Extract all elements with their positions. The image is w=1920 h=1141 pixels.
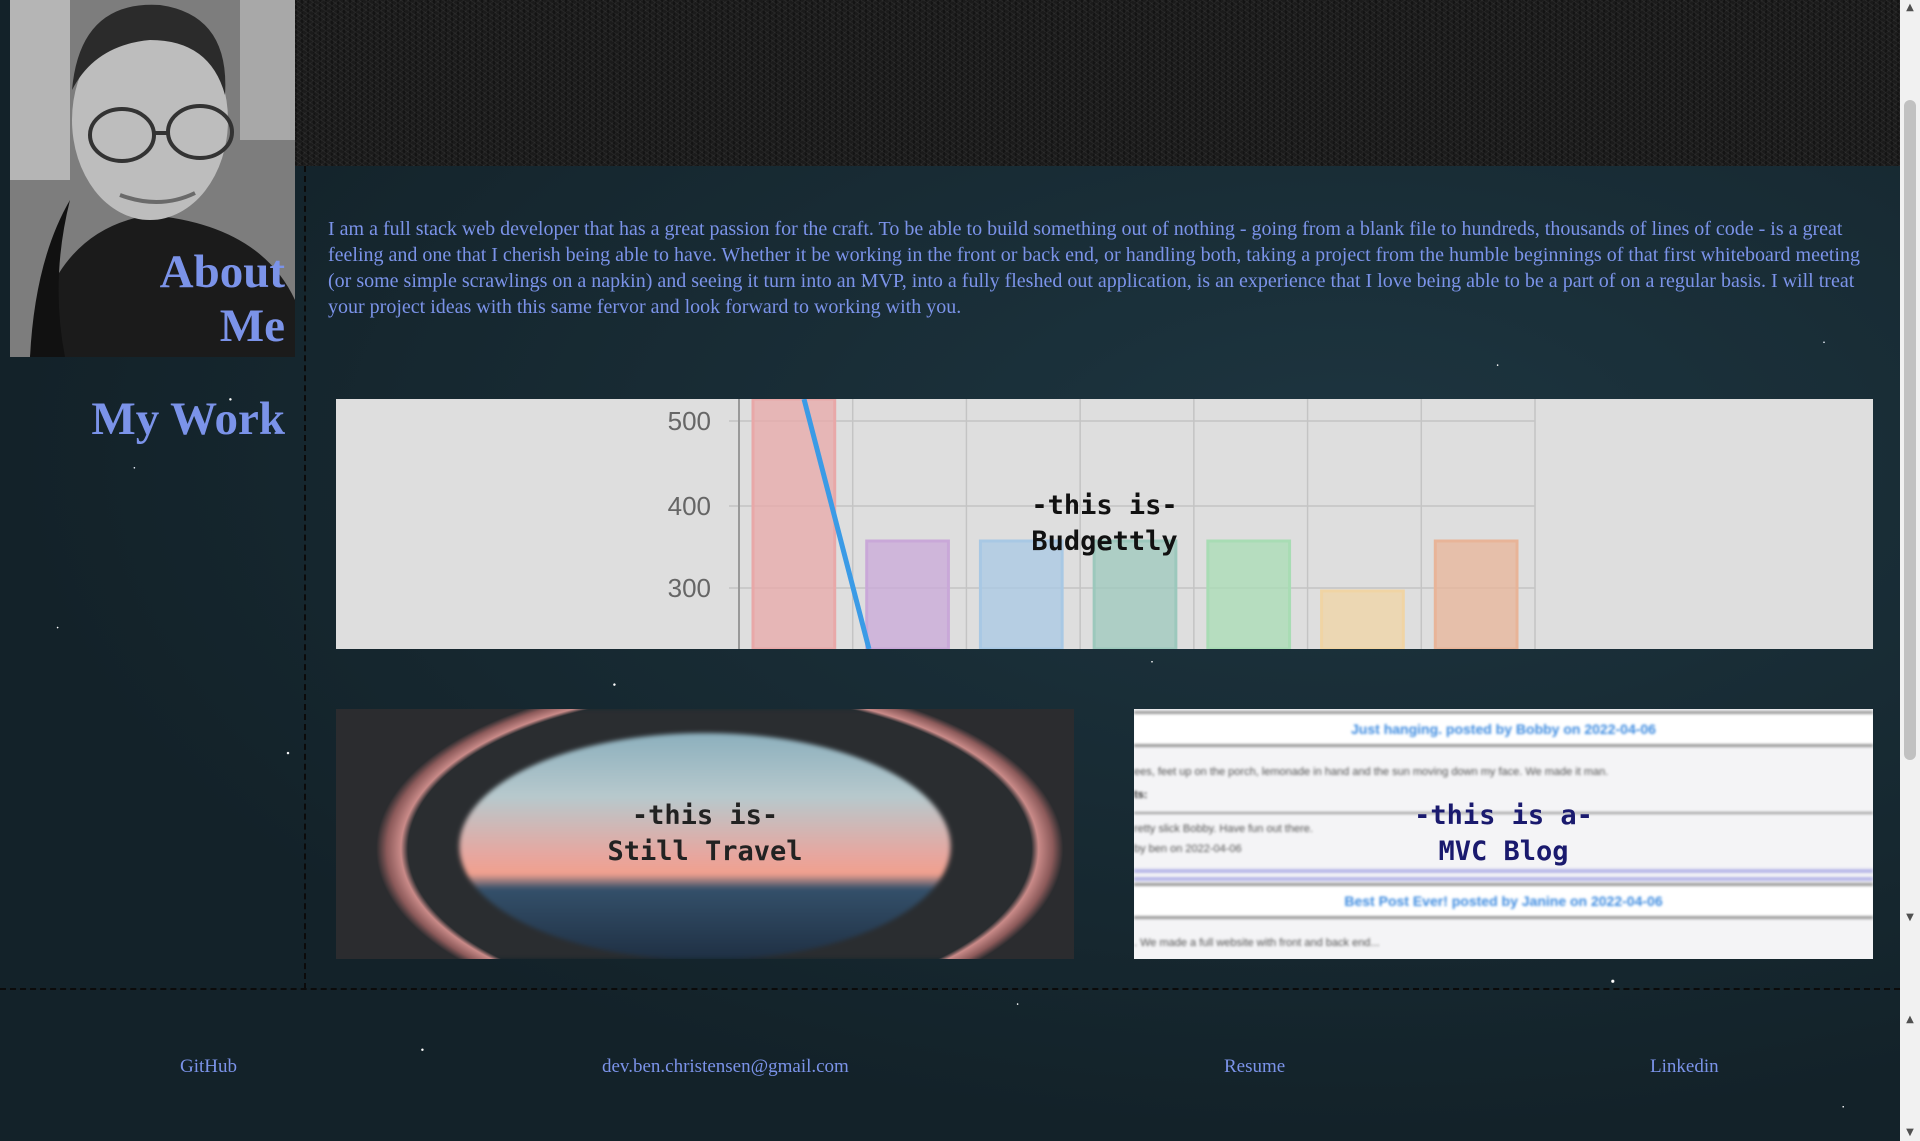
blog-divider	[1134, 877, 1873, 881]
footer-email-link[interactable]: dev.ben.christensen@gmail.com	[602, 1056, 849, 1078]
scroll-down-icon[interactable]: ▼	[1900, 1125, 1920, 1141]
project-title: MVC Blog	[1438, 836, 1569, 867]
scroll-up-icon[interactable]: ▲	[1900, 1012, 1920, 1028]
nav-about-me[interactable]: About Me	[85, 245, 285, 353]
blog-post-title: Best Post Ever! posted by Janine on 2022…	[1134, 883, 1873, 919]
project-caption-budgettly: -this is- Budgettly	[336, 488, 1873, 560]
scroll-up-icon[interactable]: ▲	[1900, 0, 1920, 16]
chart-bar	[1320, 589, 1405, 649]
project-title: Budgettly	[1031, 526, 1178, 557]
project-caption-mvc-blog: -this is a- MVC Blog	[1134, 798, 1873, 870]
footer-divider	[0, 988, 1900, 990]
header-banner	[295, 0, 1900, 166]
y-axis-tick-label: 300	[668, 573, 711, 603]
blog-post-body: ees, feet up on the porch, lemonade in h…	[1134, 766, 1609, 778]
scrollbar-thumb[interactable]	[1904, 100, 1916, 760]
project-card-budgettly[interactable]: 500 400 300 -this is- Budgettly	[336, 399, 1873, 649]
footer-resume-link[interactable]: Resume	[1224, 1056, 1285, 1078]
nav-my-work[interactable]: My Work	[80, 392, 285, 446]
footer-linkedin-link[interactable]: Linkedin	[1650, 1056, 1719, 1078]
project-card-still-travel[interactable]: -this is- Still Travel	[336, 709, 1074, 959]
project-title: Still Travel	[607, 836, 803, 867]
sidebar-divider	[304, 166, 306, 989]
scroll-down-icon[interactable]: ▼	[1900, 910, 1920, 926]
project-prefix: -this is a-	[1414, 800, 1593, 831]
about-paragraph: I am a full stack web developer that has…	[328, 218, 1860, 318]
page-scrollbar[interactable]: ▲ ▼ ▲ ▼	[1900, 0, 1920, 1141]
project-caption-still-travel: -this is- Still Travel	[336, 798, 1074, 870]
profile-photo: About Me	[10, 0, 295, 357]
blog-post-body: . We made a full website with front and …	[1134, 937, 1380, 949]
y-axis-tick-label: 500	[668, 406, 711, 436]
footer-github-link[interactable]: GitHub	[180, 1056, 237, 1078]
project-card-mvc-blog[interactable]: Just hanging. posted by Bobby on 2022-04…	[1134, 709, 1873, 959]
blog-post-title: Just hanging. posted by Bobby on 2022-04…	[1134, 711, 1873, 747]
project-prefix: -this is-	[631, 800, 779, 831]
project-prefix: -this is-	[1031, 490, 1178, 521]
